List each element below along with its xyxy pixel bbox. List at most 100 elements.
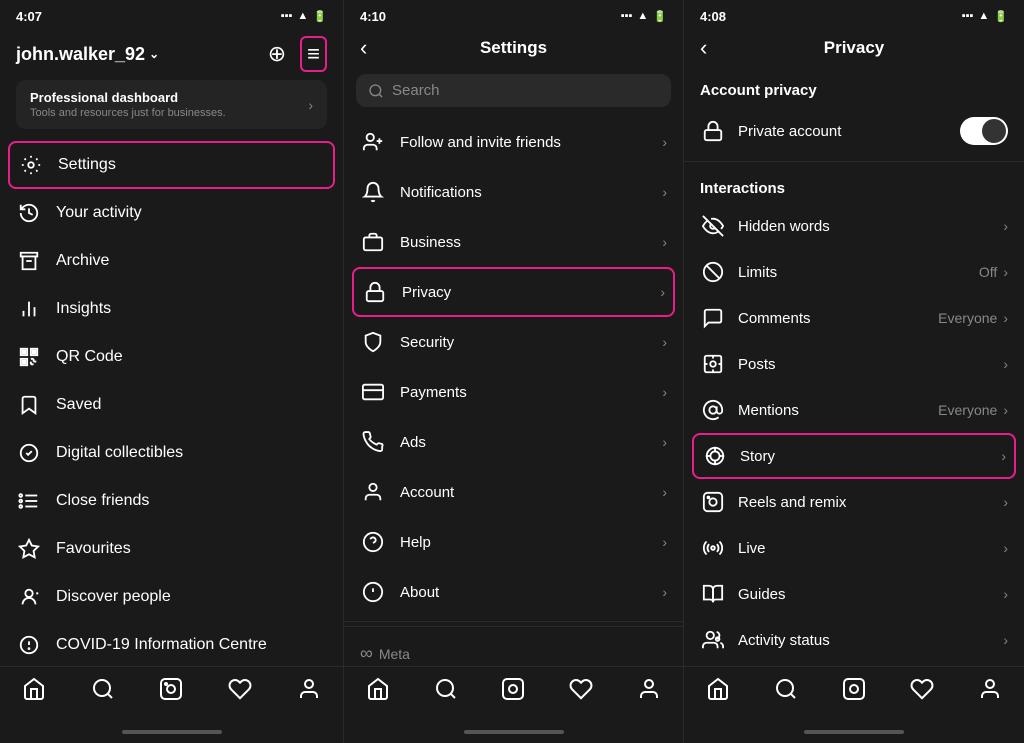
comments-value: Everyone — [938, 310, 997, 326]
meta-label: Meta — [379, 646, 410, 662]
home-nav-right[interactable] — [706, 677, 730, 701]
hamburger-menu-icon[interactable]: ≡ — [300, 36, 327, 72]
private-account-toggle[interactable] — [960, 117, 1008, 145]
privacy-item-mentions[interactable]: Mentions Everyone › — [684, 387, 1024, 433]
menu-label-close-friends: Close friends — [56, 492, 149, 510]
status-icons-left: ▪▪▪ ▲ 🔋 — [281, 10, 327, 23]
reels-nav-right[interactable] — [842, 677, 866, 701]
menu-item-insights[interactable]: Insights — [0, 285, 343, 333]
privacy-item-comments[interactable]: Comments Everyone › — [684, 295, 1024, 341]
settings-item-help[interactable]: Help › — [344, 517, 683, 567]
settings-item-about[interactable]: About › — [344, 567, 683, 617]
menu-item-covid[interactable]: COVID-19 Information Centre — [0, 621, 343, 666]
search-bar[interactable] — [356, 74, 671, 107]
menu-item-close-friends[interactable]: Close friends — [0, 477, 343, 525]
security-label: Security — [400, 334, 454, 351]
activity-status-icon — [700, 629, 726, 651]
search-nav-mid[interactable] — [434, 677, 458, 701]
menu-item-saved[interactable]: Saved — [0, 381, 343, 429]
discover-icon — [16, 586, 42, 608]
settings-item-privacy[interactable]: Privacy › — [352, 267, 675, 317]
privacy-item-reels[interactable]: Reels and remix › — [684, 479, 1024, 525]
menu-item-qr[interactable]: QR Code — [0, 333, 343, 381]
menu-item-settings[interactable]: Settings — [8, 141, 335, 189]
notifications-chevron: › — [662, 184, 667, 200]
profile-nav-left[interactable] — [297, 677, 321, 701]
privacy-item-private-account[interactable]: Private account — [684, 105, 1024, 157]
mid-panel: 4:10 ▪▪▪ ▲ 🔋 ‹ Settings Follow and invit… — [344, 0, 684, 743]
username-row[interactable]: john.walker_92 ⌄ — [16, 44, 159, 65]
help-chevron: › — [662, 534, 667, 550]
privacy-item-limits[interactable]: Limits Off › — [684, 249, 1024, 295]
heart-nav-left[interactable] — [228, 677, 252, 701]
activity-status-chevron: › — [1003, 632, 1008, 648]
settings-item-follow[interactable]: Follow and invite friends › — [344, 117, 683, 167]
guides-chevron: › — [1003, 586, 1008, 602]
mentions-value: Everyone — [938, 402, 997, 418]
privacy-item-posts[interactable]: Posts › — [684, 341, 1024, 387]
profile-nav-right[interactable] — [978, 677, 1002, 701]
posts-chevron: › — [1003, 356, 1008, 372]
pro-dashboard-title: Professional dashboard — [30, 90, 226, 105]
menu-item-activity[interactable]: Your activity — [0, 189, 343, 237]
search-nav-left[interactable] — [91, 677, 115, 701]
security-chevron: › — [662, 334, 667, 350]
help-label: Help — [400, 534, 431, 551]
privacy-item-story[interactable]: Story › — [692, 433, 1016, 479]
settings-item-payments[interactable]: Payments › — [344, 367, 683, 417]
time-mid: 4:10 — [360, 9, 386, 24]
settings-item-business[interactable]: Business › — [344, 217, 683, 267]
right-panel: 4:08 ▪▪▪ ▲ 🔋 ‹ Privacy Account privacy P… — [684, 0, 1024, 743]
status-icons-mid: ▪▪▪ ▲ 🔋 — [621, 10, 667, 23]
business-label: Business — [400, 234, 461, 251]
saved-icon — [16, 394, 42, 416]
back-button-settings[interactable]: ‹ — [360, 35, 367, 61]
menu-item-favourites[interactable]: Favourites — [0, 525, 343, 573]
menu-item-discover[interactable]: Discover people — [0, 573, 343, 621]
settings-item-notifications[interactable]: Notifications › — [344, 167, 683, 217]
privacy-header: ‹ Privacy — [684, 28, 1024, 68]
search-nav-right[interactable] — [774, 677, 798, 701]
privacy-item-live[interactable]: Live › — [684, 525, 1024, 571]
close-friends-icon — [16, 490, 42, 512]
settings-item-security[interactable]: Security › — [344, 317, 683, 367]
status-bar-mid: 4:10 ▪▪▪ ▲ 🔋 — [344, 0, 683, 28]
add-icon[interactable]: ⊕ — [268, 41, 286, 67]
back-button-privacy[interactable]: ‹ — [700, 35, 707, 61]
privacy-chevron: › — [660, 284, 665, 300]
left-panel: 4:07 ▪▪▪ ▲ 🔋 john.walker_92 ⌄ ⊕ ≡ Profes… — [0, 0, 344, 743]
profile-nav-mid[interactable] — [637, 677, 661, 701]
menu-item-collectibles[interactable]: Digital collectibles — [0, 429, 343, 477]
heart-nav-right[interactable] — [910, 677, 934, 701]
home-nav-left[interactable] — [22, 677, 46, 701]
left-menu: Settings Your activity Archive — [0, 137, 343, 666]
heart-nav-mid[interactable] — [569, 677, 593, 701]
pro-dashboard-chevron: › — [308, 97, 313, 113]
reels-chevron: › — [1003, 494, 1008, 510]
settings-item-account[interactable]: Account › — [344, 467, 683, 517]
follow-chevron: › — [662, 134, 667, 150]
about-chevron: › — [662, 584, 667, 600]
comments-icon — [700, 307, 726, 329]
home-nav-mid[interactable] — [366, 677, 390, 701]
privacy-item-activity-status[interactable]: Activity status › — [684, 617, 1024, 663]
privacy-item-hidden-words[interactable]: Hidden words › — [684, 203, 1024, 249]
privacy-item-guides[interactable]: Guides › — [684, 571, 1024, 617]
limits-value: Off — [979, 264, 997, 280]
private-account-label: Private account — [738, 123, 841, 140]
time-right: 4:08 — [700, 9, 726, 24]
search-input[interactable] — [392, 82, 659, 99]
reels-nav-left[interactable] — [159, 677, 183, 701]
menu-label-activity: Your activity — [56, 204, 142, 222]
account-icon — [360, 481, 386, 503]
settings-item-ads[interactable]: Ads › — [344, 417, 683, 467]
activity-icon — [16, 202, 42, 224]
pro-dashboard-banner[interactable]: Professional dashboard Tools and resourc… — [16, 80, 327, 129]
reels-nav-mid[interactable] — [501, 677, 525, 701]
business-chevron: › — [662, 234, 667, 250]
menu-item-archive[interactable]: Archive — [0, 237, 343, 285]
story-label: Story — [740, 448, 775, 465]
menu-label-discover: Discover people — [56, 588, 171, 606]
meta-divider — [344, 621, 683, 622]
settings-list: Follow and invite friends › Notification… — [344, 117, 683, 666]
